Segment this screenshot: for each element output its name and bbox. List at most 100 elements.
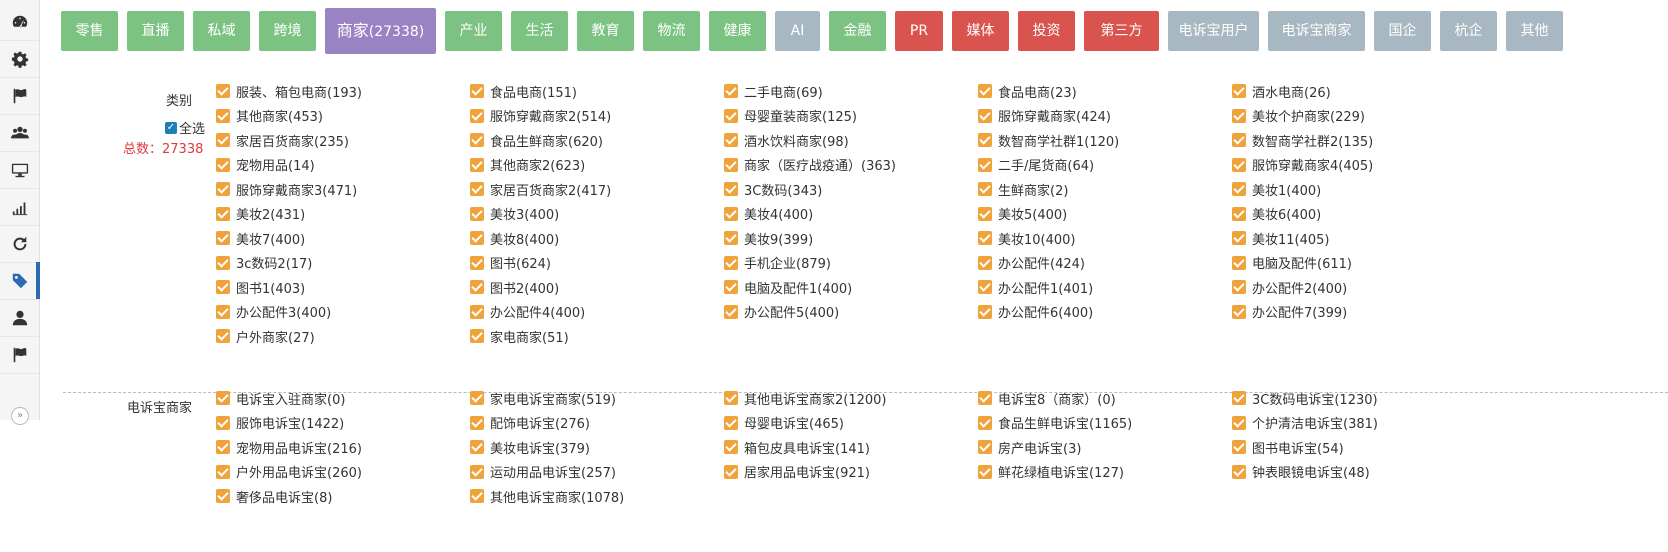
checkbox-item[interactable]: 电诉宝8（商家）(0) [978,388,1116,408]
sidebar-item-6[interactable] [0,188,39,226]
tab-12[interactable]: 金融 [829,11,886,51]
checkbox-item[interactable]: 图书电诉宝(54) [1232,437,1344,457]
checkbox-checked-icon[interactable] [724,440,738,454]
checkbox-item[interactable]: 食品生鲜商家(620) [470,130,603,150]
checkbox-item[interactable]: 二手电商(69) [724,81,823,101]
checkbox-checked-icon[interactable] [470,440,484,454]
checkbox-checked-icon[interactable] [724,280,738,294]
checkbox-item[interactable]: 办公配件5(400) [724,302,839,322]
checkbox-item[interactable]: 办公配件1(401) [978,277,1093,297]
sidebar-item-4[interactable] [0,114,39,152]
checkbox-item[interactable]: 其他商家(453) [216,106,323,126]
checkbox-checked-icon[interactable] [724,391,738,405]
checkbox-item[interactable]: 数智商学社群2(135) [1232,130,1373,150]
checkbox-checked-icon[interactable] [724,84,738,98]
checkbox-item[interactable]: 户外商家(27) [216,326,315,346]
checkbox-item[interactable]: 办公配件7(399) [1232,302,1347,322]
checkbox-item[interactable]: 服饰穿戴商家3(471) [216,179,357,199]
checkbox-checked-icon[interactable] [470,133,484,147]
checkbox-checked-icon[interactable] [978,255,992,270]
checkbox-checked-icon[interactable] [978,464,992,479]
checkbox-checked-icon[interactable] [978,304,992,319]
checkbox-item[interactable]: 美妆10(400) [978,228,1076,248]
tab-3[interactable]: 私域 [193,11,250,51]
checkbox-item[interactable]: 数智商学社群1(120) [978,130,1119,150]
checkbox-item[interactable]: 其他电诉宝商家2(1200) [724,388,887,408]
checkbox-checked-icon[interactable] [978,231,992,245]
checkbox-checked-icon[interactable] [1232,231,1246,245]
checkbox-item[interactable]: 服装、箱包电商(193) [216,81,362,101]
checkbox-item[interactable]: 办公配件4(400) [470,302,585,322]
checkbox-item[interactable]: 办公配件3(400) [216,302,331,322]
tab-8[interactable]: 教育 [577,11,634,51]
checkbox-checked-icon[interactable] [216,157,230,172]
checkbox-checked-icon[interactable] [216,440,230,454]
checkbox-checked-icon[interactable] [216,206,230,221]
checkbox-item[interactable]: 3c数码2(17) [216,253,312,273]
checkbox-item[interactable]: 服饰电诉宝(1422) [216,413,344,433]
checkbox-checked-icon[interactable] [216,231,230,245]
sidebar-item-9[interactable] [0,299,39,337]
checkbox-item[interactable]: 服饰穿戴商家2(514) [470,106,611,126]
tab-1[interactable]: 零售 [61,11,118,51]
checkbox-item[interactable]: 奢侈品电诉宝(8) [216,486,332,506]
checkbox-item[interactable]: 户外用品电诉宝(260) [216,462,362,482]
checkbox-checked-icon[interactable] [724,255,738,270]
checkbox-item[interactable]: 美妆11(405) [1232,228,1330,248]
checkbox-item[interactable]: 钟表眼镜电诉宝(48) [1232,462,1370,482]
checkbox-checked-icon[interactable] [724,108,738,123]
sidebar-expand-toggle[interactable]: » [11,407,29,425]
tab-18[interactable]: 电诉宝商家 [1268,11,1365,51]
checkbox-checked-icon[interactable] [1232,440,1246,454]
checkbox-checked-icon[interactable] [978,391,992,405]
checkbox-checked-icon[interactable] [978,157,992,172]
checkbox-checked-icon[interactable] [1232,304,1246,319]
checkbox-item[interactable]: 办公配件(424) [978,253,1085,273]
checkbox-checked-icon[interactable] [978,206,992,221]
checkbox-item[interactable]: 食品电商(151) [470,81,577,101]
checkbox-checked-icon[interactable] [216,133,230,147]
checkbox-item[interactable]: 食品电商(23) [978,81,1077,101]
checkbox-checked-icon[interactable] [978,84,992,98]
checkbox-checked-icon[interactable] [1232,391,1246,405]
tab-5[interactable]: 商家(27338) [325,8,436,54]
checkbox-item[interactable]: 美妆7(400) [216,228,305,248]
checkbox-checked-icon[interactable] [470,391,484,405]
checkbox-item[interactable]: 图书(624) [470,253,551,273]
checkbox-checked-icon[interactable] [1232,280,1246,294]
checkbox-item[interactable]: 美妆9(399) [724,228,813,248]
tab-15[interactable]: 投资 [1018,11,1075,51]
tab-2[interactable]: 直播 [127,11,184,51]
checkbox-checked-icon[interactable] [1232,182,1246,196]
checkbox-checked-icon[interactable] [470,108,484,123]
checkbox-checked-icon[interactable] [1232,108,1246,123]
checkbox-checked-icon[interactable] [978,440,992,454]
checkbox-checked-icon[interactable] [978,108,992,123]
checkbox-checked-icon[interactable] [724,415,738,430]
sidebar-item-1[interactable] [0,3,39,41]
checkbox-checked-icon[interactable] [470,415,484,430]
checkbox-checked-icon[interactable] [216,304,230,319]
checkbox-item[interactable]: 电诉宝入驻商家(0) [216,388,345,408]
checkbox-item[interactable]: 美妆6(400) [1232,204,1321,224]
tab-19[interactable]: 国企 [1374,11,1431,51]
checkbox-item[interactable]: 图书1(403) [216,277,305,297]
sidebar-item-8[interactable] [0,262,40,300]
checkbox-checked-icon[interactable] [216,255,230,270]
tab-16[interactable]: 第三方 [1084,11,1159,51]
tab-20[interactable]: 杭企 [1440,11,1497,51]
checkbox-item[interactable]: 电脑及配件(611) [1232,253,1352,273]
checkbox-item[interactable]: 图书2(400) [470,277,559,297]
tab-17[interactable]: 电诉宝用户 [1168,11,1259,51]
checkbox-checked-icon[interactable] [724,304,738,319]
checkbox-item[interactable]: 美妆1(400) [1232,179,1321,199]
checkbox-checked-icon[interactable] [216,489,230,503]
checkbox-checked-icon[interactable] [470,280,484,294]
sidebar-item-7[interactable] [0,225,39,263]
checkbox-item[interactable]: 商家（医疗战疫通）(363) [724,155,896,175]
checkbox-item[interactable]: 房产电诉宝(3) [978,437,1081,457]
checkbox-item[interactable]: 美妆5(400) [978,204,1067,224]
checkbox-checked-icon[interactable] [216,391,230,405]
checkbox-item[interactable]: 食品生鲜电诉宝(1165) [978,413,1132,433]
checkbox-checked-icon[interactable] [470,329,484,343]
